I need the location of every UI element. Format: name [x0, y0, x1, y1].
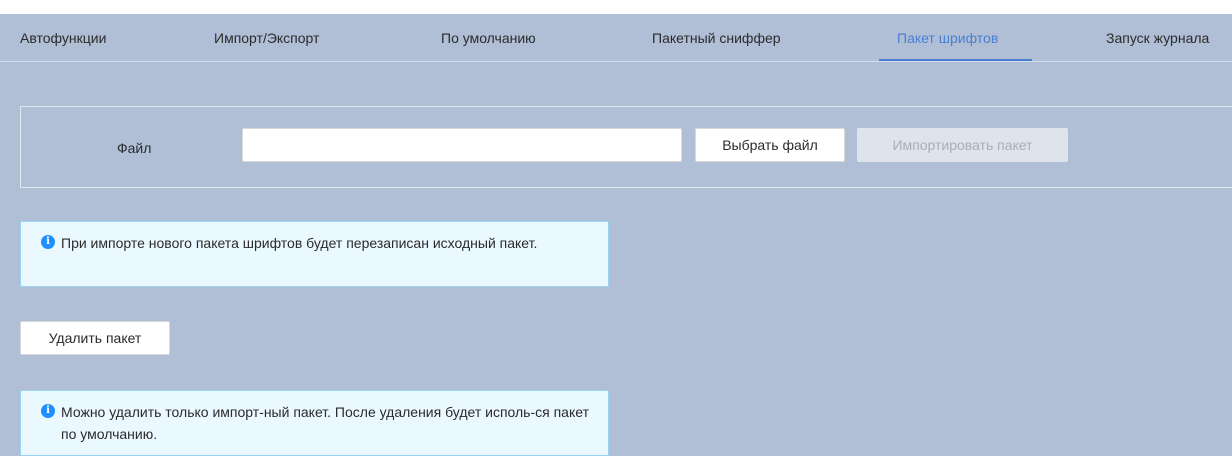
import-notice-text: При импорте нового пакета шрифтов будет … [61, 235, 538, 251]
choose-file-button[interactable]: Выбрать файл [695, 128, 845, 162]
tab-packet-sniffer[interactable]: Пакетный сниффер [652, 14, 781, 62]
tab-bar: Автофункции Импорт/Экспорт По умолчанию … [0, 14, 1232, 62]
info-icon: i [41, 404, 55, 418]
import-notice: i При импорте нового пакета шрифтов буде… [20, 221, 609, 287]
tab-autofunctions[interactable]: Автофункции [20, 14, 106, 62]
delete-package-button[interactable]: Удалить пакет [20, 321, 170, 355]
delete-notice: i Можно удалить только импорт-ный пакет.… [20, 390, 609, 456]
tab-log-start[interactable]: Запуск журнала [1106, 14, 1209, 62]
font-package-panel: Автофункции Импорт/Экспорт По умолчанию … [0, 14, 1232, 456]
active-tab-indicator [879, 59, 1032, 61]
tab-import-export[interactable]: Импорт/Экспорт [214, 14, 319, 62]
import-package-button[interactable]: Импортировать пакет [857, 128, 1068, 162]
tab-font-package[interactable]: Пакет шрифтов [897, 14, 998, 62]
file-label: Файл [117, 140, 152, 156]
info-icon: i [41, 235, 55, 249]
file-path-input[interactable] [242, 128, 682, 162]
tab-defaults[interactable]: По умолчанию [441, 14, 536, 62]
delete-notice-text: Можно удалить только импорт-ный пакет. П… [61, 404, 589, 442]
